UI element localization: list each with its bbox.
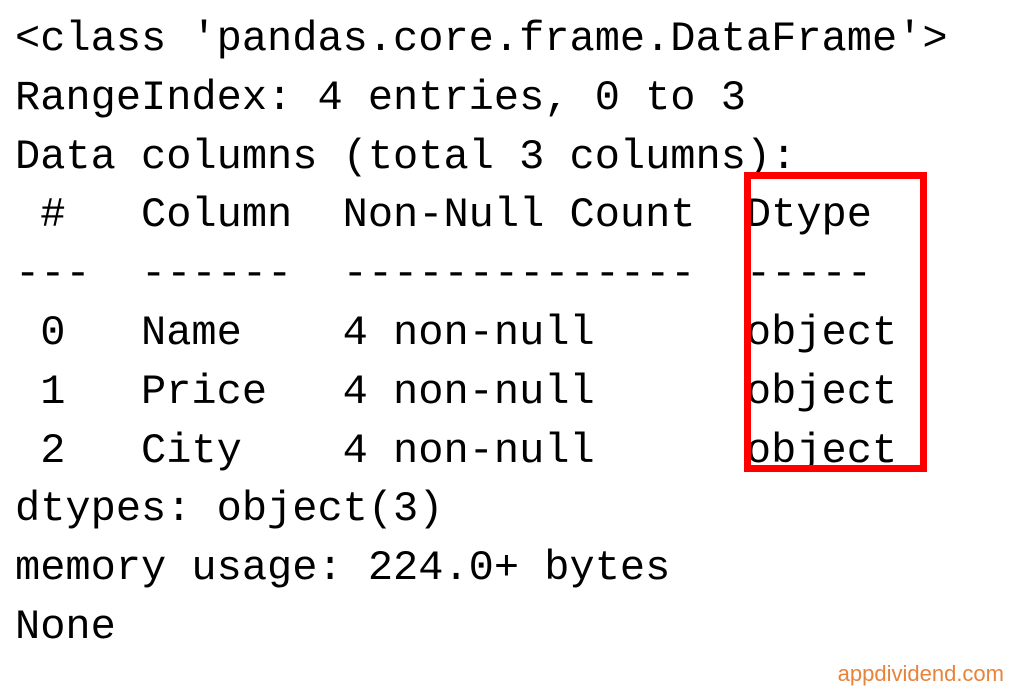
table-row: 0 Name 4 non-null object — [15, 304, 1009, 363]
watermark: appdividend.com — [838, 659, 1004, 690]
table-row: 1 Price 4 non-null object — [15, 363, 1009, 422]
memory-usage: memory usage: 224.0+ bytes — [15, 539, 1009, 598]
table-divider: --- ------ -------------- ----- — [15, 245, 1009, 304]
class-line: <class 'pandas.core.frame.DataFrame'> — [15, 10, 1009, 69]
range-index-line: RangeIndex: 4 entries, 0 to 3 — [15, 69, 1009, 128]
table-row: 2 City 4 non-null object — [15, 422, 1009, 481]
dtypes-summary: dtypes: object(3) — [15, 480, 1009, 539]
data-columns-header: Data columns (total 3 columns): — [15, 128, 1009, 187]
table-header: # Column Non-Null Count Dtype — [15, 186, 1009, 245]
none-line: None — [15, 598, 1009, 657]
